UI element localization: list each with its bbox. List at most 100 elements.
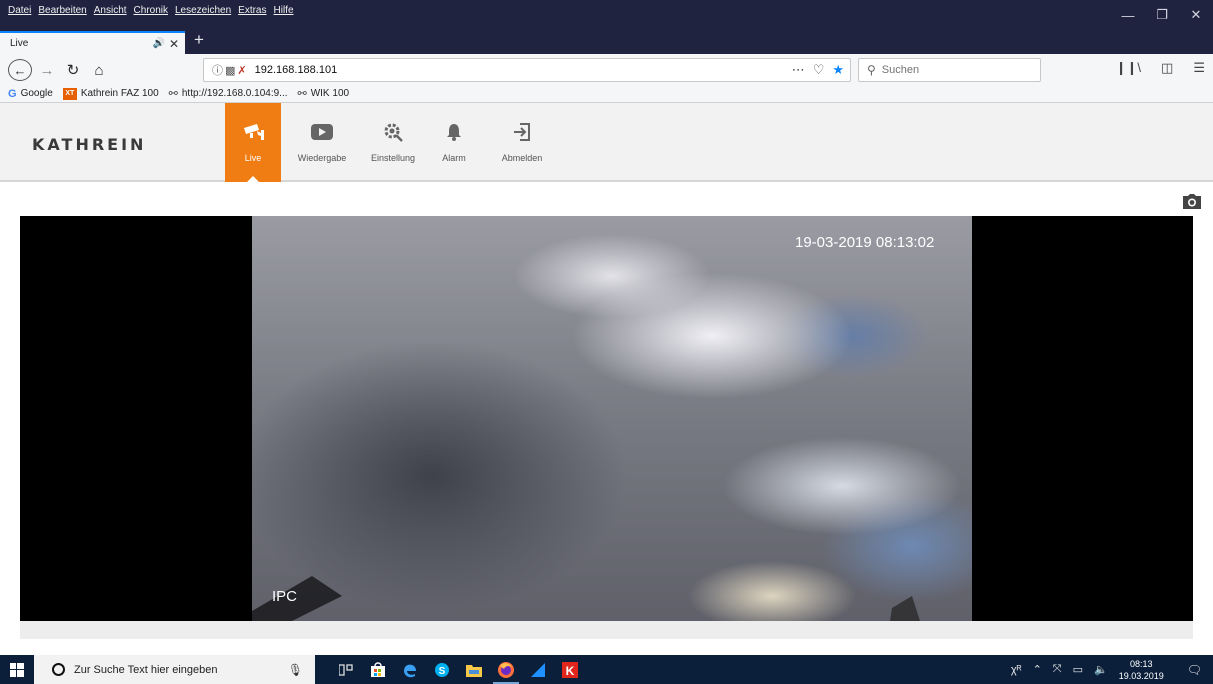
permissions-icon[interactable]: ▩ [225, 64, 235, 77]
bookmark-google[interactable]: G Google [8, 88, 53, 100]
gear-icon [381, 120, 405, 144]
browser-tab-live[interactable]: Live 🔊 ✕ [0, 31, 185, 54]
forward-icon[interactable]: → [38, 58, 56, 82]
bookmarks-bar: G Google XT Kathrein FAZ 100 ⚯ http://19… [0, 85, 1213, 103]
clock-date: 19.03.2019 [1118, 670, 1164, 681]
firefox-icon[interactable] [490, 655, 522, 684]
bookmark-label: WIK 100 [310, 88, 350, 99]
url-bar[interactable]: ⓘ ▩ ✗ 192.168.188.101 ⋯ ♡ ★ [203, 58, 851, 82]
info-icon[interactable]: ⓘ [212, 62, 223, 78]
battery-icon[interactable]: ▭ [1073, 663, 1083, 676]
logout-icon [510, 120, 534, 144]
clock-time: 08:13 [1129, 658, 1153, 669]
hamburger-menu-icon[interactable]: ☰ [1193, 60, 1205, 76]
nav-label: Abmelden [501, 153, 543, 163]
nav-label: Wiedergabe [297, 153, 347, 163]
nav-tab-abmelden[interactable]: Abmelden [485, 103, 559, 182]
app-blue-icon[interactable] [522, 655, 554, 684]
bookmark-star-icon[interactable]: ★ [832, 62, 844, 78]
windows-taskbar: Zur Suche Text hier eingeben 🎙 S K χᴿ ⌃ [0, 655, 1213, 684]
taskbar-search[interactable]: Zur Suche Text hier eingeben 🎙 [34, 655, 315, 684]
minimize-icon[interactable]: — [1111, 0, 1145, 30]
nav-tab-wiedergabe[interactable]: Wiedergabe [281, 103, 363, 182]
taskbar-clock[interactable]: 08:13 19.03.2019 [1119, 658, 1175, 682]
taskbar-apps: S K [330, 655, 586, 684]
video-timestamp: 19-03-2019 08:13:02 [795, 234, 935, 251]
play-icon [310, 120, 334, 144]
windows-start-icon[interactable] [0, 655, 34, 684]
system-tray: χᴿ ⌃ ⤧ ▭ 🔈 08:13 19.03.2019 🗨 [1011, 655, 1213, 684]
camera-feed [252, 216, 972, 621]
menu-bearbeiten[interactable]: Bearbeiten [38, 5, 86, 16]
pocket-icon[interactable]: ♡ [813, 62, 825, 78]
search-bar[interactable]: ⚲ Suchen [858, 58, 1041, 82]
file-explorer-icon[interactable] [458, 655, 490, 684]
bookmark-label: Kathrein FAZ 100 [80, 88, 159, 99]
restore-icon[interactable]: ❐ [1145, 0, 1179, 30]
browser-titlebar: Datei Bearbeiten Ansicht Chronik Lesezei… [0, 0, 1213, 54]
chevron-up-icon[interactable]: ⌃ [1033, 663, 1042, 676]
menu-ansicht[interactable]: Ansicht [94, 5, 127, 16]
back-icon[interactable]: ← [8, 59, 32, 81]
security-camera-icon [241, 120, 265, 144]
edge-icon[interactable] [394, 655, 426, 684]
tab-title: Live [10, 38, 29, 49]
page-actions-icon[interactable]: ⋯ [792, 62, 805, 78]
people-icon[interactable]: χᴿ [1011, 664, 1022, 676]
library-icon[interactable]: ❙❙\ [1116, 60, 1141, 76]
search-icon: ⚲ [867, 63, 876, 77]
nav-tab-einstellung[interactable]: Einstellung [363, 103, 423, 182]
menu-datei[interactable]: Datei [8, 5, 31, 16]
tab-close-icon[interactable]: ✕ [169, 37, 179, 51]
task-view-icon[interactable] [330, 655, 362, 684]
bell-icon [442, 120, 466, 144]
channel-label: IPC [272, 588, 298, 605]
bookmark-label: Google [20, 88, 53, 99]
notification-icon[interactable]: 🗨 [1187, 663, 1202, 677]
menu-chronik[interactable]: Chronik [134, 5, 168, 16]
google-icon: G [8, 87, 17, 100]
taskbar-search-placeholder: Zur Suche Text hier eingeben [74, 663, 218, 676]
home-icon[interactable]: ⌂ [90, 58, 108, 82]
volume-icon[interactable]: 🔈 [1094, 663, 1108, 676]
microphone-icon[interactable]: 🎙 [288, 663, 303, 677]
svg-text:S: S [439, 666, 446, 677]
nav-tab-alarm[interactable]: Alarm [423, 103, 485, 182]
bookmark-ip[interactable]: ⚯ http://192.168.0.104:9... [169, 87, 288, 100]
menu-extras[interactable]: Extras [238, 5, 266, 16]
bookmark-label: http://192.168.0.104:9... [181, 88, 288, 99]
toolbar-right: ❙❙\ ◫ ☰ [1116, 60, 1205, 76]
nav-label: Live [244, 153, 262, 163]
menu-hilfe[interactable]: Hilfe [274, 5, 294, 16]
nav-label: Einstellung [370, 153, 416, 163]
skype-icon[interactable]: S [426, 655, 458, 684]
video-control-bar [20, 621, 1193, 639]
app-header: KATHREIN Live Wiedergabe Einstellung Ala… [0, 103, 1213, 183]
xt-icon: XT [62, 87, 77, 100]
globe-icon: ⚯ [168, 88, 178, 100]
main-navigation: Live Wiedergabe Einstellung Alarm Abmeld… [225, 103, 559, 183]
url-text[interactable]: 192.168.188.101 [255, 64, 338, 76]
bookmark-kathrein-faz[interactable]: XT Kathrein FAZ 100 [62, 87, 159, 100]
wifi-icon[interactable]: ⤧ [1053, 663, 1062, 676]
new-tab-icon[interactable]: + [190, 30, 208, 50]
nav-tab-live[interactable]: Live [225, 103, 281, 183]
reload-icon[interactable]: ↻ [64, 58, 82, 82]
kathrein-logo: KATHREIN [32, 135, 147, 154]
close-window-icon[interactable]: ✕ [1179, 0, 1213, 30]
sidebar-icon[interactable]: ◫ [1161, 60, 1173, 76]
globe-icon: ⚯ [297, 88, 307, 100]
kathrein-app-icon[interactable]: K [554, 655, 586, 684]
camera-snapshot-icon[interactable] [1182, 194, 1202, 210]
search-placeholder: Suchen [881, 64, 920, 76]
speaker-icon[interactable]: 🔊 [152, 38, 164, 49]
cortana-icon [52, 663, 65, 676]
nav-label: Alarm [442, 153, 466, 163]
bookmark-wik[interactable]: ⚯ WIK 100 [298, 87, 350, 100]
svg-text:K: K [566, 664, 575, 678]
blocked-plugin-icon[interactable]: ✗ [237, 64, 246, 77]
menu-lesezeichen[interactable]: Lesezeichen [175, 5, 231, 16]
live-video-view[interactable]: 19-03-2019 08:13:02 IPC [20, 216, 1193, 621]
window-controls: — ❐ ✕ [1111, 0, 1213, 30]
store-icon[interactable] [362, 655, 394, 684]
